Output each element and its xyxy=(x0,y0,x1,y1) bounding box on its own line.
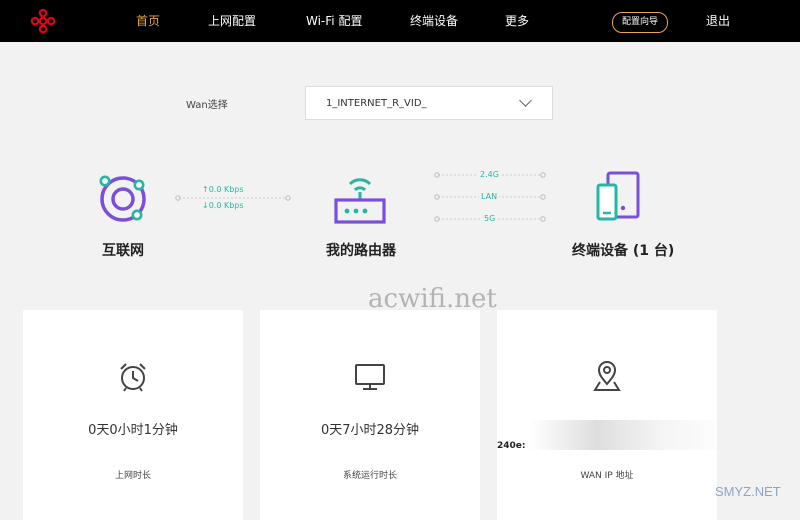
uptime-card: 0天7小时28分钟 系统运行时长 xyxy=(260,310,480,520)
wan-select-label: Wan选择 xyxy=(186,100,228,111)
internet-label: 互联网 xyxy=(102,243,144,259)
nav-wifi-config[interactable]: Wi-Fi 配置 xyxy=(306,13,362,29)
router-icon xyxy=(334,178,386,224)
watermark-smyz: SMYZ.NET xyxy=(715,484,781,499)
wan-ip-label: WAN IP 地址 xyxy=(580,471,634,481)
devices-label: 终端设备 (1 台) xyxy=(572,243,675,259)
watermark-acwifi: acwifi.net xyxy=(368,284,497,314)
router-label: 我的路由器 xyxy=(326,243,396,259)
online-time-card: 0天0小时1分钟 上网时长 xyxy=(23,310,243,520)
wan-select-dropdown[interactable]: 1_INTERNET_R_VID_ xyxy=(305,86,553,120)
band-lan-label: LAN xyxy=(479,192,500,201)
redacted-ip-mask xyxy=(530,420,730,450)
nav-internet-config[interactable]: 上网配置 xyxy=(208,13,256,29)
upload-speed: ↑0.0 Kbps xyxy=(202,185,244,194)
nav-home[interactable]: 首页 xyxy=(136,13,160,29)
monitor-icon xyxy=(355,364,385,390)
china-unicom-logo[interactable] xyxy=(30,8,56,34)
devices-icon xyxy=(596,171,640,221)
uptime-label: 系统运行时长 xyxy=(342,471,397,481)
internet-globe-icon xyxy=(99,175,146,222)
wan-ip-card: 240e: WAN IP 地址 xyxy=(497,310,717,520)
nav-more[interactable]: 更多 xyxy=(505,13,529,29)
alarm-clock-icon xyxy=(120,363,146,392)
wan-select-value: 1_INTERNET_R_VID_ xyxy=(326,98,427,109)
uptime-value: 0天7小时28分钟 xyxy=(320,423,420,438)
logout-link[interactable]: 退出 xyxy=(706,13,730,29)
download-speed: ↓0.0 Kbps xyxy=(202,201,244,210)
map-pin-icon xyxy=(593,361,621,391)
online-time-value: 0天0小时1分钟 xyxy=(88,423,178,438)
setup-wizard-button[interactable]: 配置向导 xyxy=(612,12,668,33)
top-nav-bar: 首页 上网配置 Wi-Fi 配置 终端设备 更多 配置向导 退出 xyxy=(0,0,800,42)
online-time-label: 上网时长 xyxy=(114,471,151,481)
chevron-down-icon xyxy=(519,94,532,107)
band-5g-label: 5G xyxy=(482,214,498,223)
band-2g-label: 2.4G xyxy=(478,170,501,179)
nav-terminal-devices[interactable]: 终端设备 xyxy=(410,13,458,29)
wan-ip-value: 240e: xyxy=(497,441,526,451)
